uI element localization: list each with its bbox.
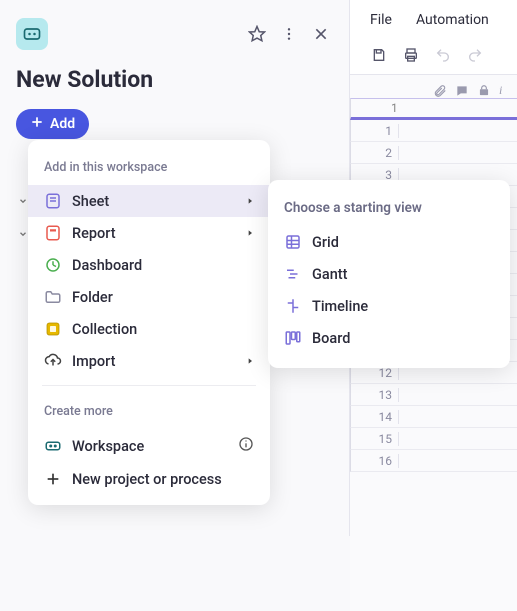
grid-icon bbox=[284, 233, 302, 251]
submenu-item-label: Timeline bbox=[312, 298, 494, 315]
menu-section-label: Create more bbox=[28, 394, 270, 429]
redo-icon[interactable] bbox=[466, 46, 484, 64]
submenu-item-board[interactable]: Board bbox=[268, 322, 510, 354]
menu-item-label: Sheet bbox=[72, 193, 236, 210]
submenu-item-timeline[interactable]: Timeline bbox=[268, 290, 510, 322]
row-number: 1 bbox=[351, 124, 399, 138]
undo-icon[interactable] bbox=[434, 46, 452, 64]
submenu-item-gantt[interactable]: Gantt bbox=[268, 258, 510, 290]
info-column-icon[interactable]: i bbox=[499, 83, 513, 97]
column-header-row[interactable]: 1 bbox=[350, 98, 517, 120]
sheet-row[interactable]: 1 bbox=[350, 120, 517, 142]
menu-divider bbox=[42, 385, 256, 386]
add-button-label: Add bbox=[50, 116, 75, 132]
attachment-icon[interactable] bbox=[433, 83, 447, 97]
app-logo bbox=[16, 18, 48, 50]
sheet-row[interactable]: 2 bbox=[350, 142, 517, 164]
proof-icon[interactable] bbox=[477, 83, 491, 97]
sheet-icon bbox=[44, 192, 62, 210]
sheet-row[interactable]: 16 bbox=[350, 450, 517, 472]
menu-file[interactable]: File bbox=[370, 12, 392, 28]
menu-item-dashboard[interactable]: Dashboard bbox=[28, 249, 270, 281]
menu-item-label: Report bbox=[72, 225, 236, 242]
menu-item-label: Dashboard bbox=[72, 257, 254, 274]
add-dropdown-menu: Add in this workspace Sheet Report Dashb… bbox=[28, 140, 270, 505]
workspace-icon bbox=[44, 437, 62, 455]
sheet-row[interactable]: 14 bbox=[350, 406, 517, 428]
menu-item-sheet[interactable]: Sheet bbox=[28, 185, 270, 217]
menu-item-report[interactable]: Report bbox=[28, 217, 270, 249]
page-title: New Solution bbox=[16, 66, 333, 93]
menu-item-label: New project or process bbox=[72, 471, 254, 488]
close-icon[interactable] bbox=[309, 22, 333, 46]
menu-item-workspace[interactable]: Workspace bbox=[28, 429, 270, 463]
submenu-item-grid[interactable]: Grid bbox=[268, 226, 510, 258]
submenu-item-label: Board bbox=[312, 330, 494, 347]
row-number: 14 bbox=[351, 410, 399, 424]
kebab-menu-icon[interactable] bbox=[277, 22, 301, 46]
row-number: 2 bbox=[351, 146, 399, 160]
import-icon bbox=[44, 352, 62, 370]
collection-icon bbox=[44, 320, 62, 338]
gantt-icon bbox=[284, 265, 302, 283]
row-number: 15 bbox=[351, 432, 399, 446]
sheet-row[interactable]: 15 bbox=[350, 428, 517, 450]
chevron-down-icon[interactable] bbox=[18, 224, 28, 243]
submenu-item-label: Gantt bbox=[312, 266, 494, 283]
folder-icon bbox=[44, 288, 62, 306]
sheet-submenu: Choose a starting view Grid Gantt Timeli… bbox=[268, 180, 510, 368]
board-icon bbox=[284, 329, 302, 347]
submenu-label: Choose a starting view bbox=[268, 190, 510, 226]
plus-icon bbox=[44, 470, 62, 488]
save-icon[interactable] bbox=[370, 46, 388, 64]
add-button[interactable]: Add bbox=[16, 109, 89, 139]
menu-item-label: Import bbox=[72, 353, 236, 370]
menu-item-label: Collection bbox=[72, 321, 254, 338]
chevron-right-icon bbox=[246, 353, 254, 370]
sheet-row[interactable]: 13 bbox=[350, 384, 517, 406]
print-icon[interactable] bbox=[402, 46, 420, 64]
comment-icon[interactable] bbox=[455, 83, 469, 97]
menu-item-new-project[interactable]: New project or process bbox=[28, 463, 270, 495]
timeline-icon bbox=[284, 297, 302, 315]
menu-section-label: Add in this workspace bbox=[28, 150, 270, 185]
menu-item-label: Folder bbox=[72, 289, 254, 306]
menu-item-collection[interactable]: Collection bbox=[28, 313, 270, 345]
dashboard-icon bbox=[44, 256, 62, 274]
menu-automation[interactable]: Automation bbox=[416, 12, 489, 28]
chevron-right-icon bbox=[246, 225, 254, 242]
menu-item-label: Workspace bbox=[72, 438, 228, 455]
report-icon bbox=[44, 224, 62, 242]
star-icon[interactable] bbox=[245, 22, 269, 46]
menu-item-folder[interactable]: Folder bbox=[28, 281, 270, 313]
chevron-down-icon[interactable] bbox=[18, 191, 28, 210]
submenu-item-label: Grid bbox=[312, 234, 494, 251]
row-number: 13 bbox=[351, 388, 399, 402]
plus-icon bbox=[30, 115, 44, 133]
column-header: 1 bbox=[351, 101, 398, 115]
menu-item-import[interactable]: Import bbox=[28, 345, 270, 377]
chevron-right-icon bbox=[246, 193, 254, 210]
info-icon[interactable] bbox=[238, 436, 254, 456]
row-number: 16 bbox=[351, 454, 399, 468]
